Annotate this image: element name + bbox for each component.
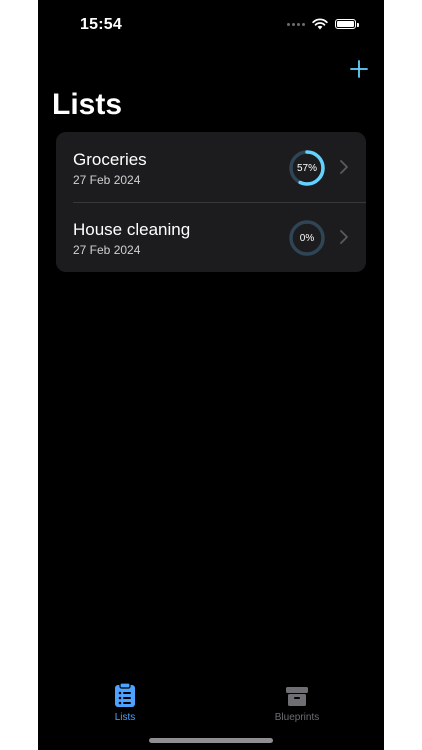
battery-icon <box>335 19 359 29</box>
archive-box-icon <box>286 687 308 706</box>
chevron-right-icon <box>340 230 348 244</box>
list-item-name: Groceries <box>73 150 147 169</box>
page-title: Lists <box>52 88 123 121</box>
clipboard-list-icon <box>115 682 135 707</box>
cellular-signal-icon <box>287 22 305 26</box>
screen: 15:54 Lists Groceries 27 Feb 2024 57% Ho… <box>38 0 384 750</box>
wifi-icon <box>312 18 328 30</box>
status-bar: 15:54 <box>38 0 384 48</box>
progress-ring: 57% <box>288 149 326 187</box>
plus-icon <box>350 60 368 78</box>
lists-card: Groceries 27 Feb 2024 57% House cleaning… <box>56 132 366 272</box>
status-time: 15:54 <box>80 16 122 33</box>
progress-label: 57% <box>296 162 317 174</box>
list-item-date: 27 Feb 2024 <box>73 243 141 257</box>
list-item-date: 27 Feb 2024 <box>73 173 141 187</box>
add-list-button[interactable] <box>344 54 374 84</box>
tab-label: Blueprints <box>274 712 320 723</box>
tab-blueprints[interactable]: Blueprints <box>252 682 342 723</box>
status-icons <box>287 18 359 30</box>
chevron-right-icon <box>340 160 348 174</box>
progress-label: 0% <box>299 232 315 244</box>
list-item-house-cleaning[interactable]: House cleaning 27 Feb 2024 0% <box>56 202 366 272</box>
list-item-name: House cleaning <box>73 220 191 239</box>
home-indicator <box>149 738 273 743</box>
progress-ring: 0% <box>288 219 326 257</box>
tab-lists[interactable]: Lists <box>80 682 170 723</box>
list-item-groceries[interactable]: Groceries 27 Feb 2024 57% <box>56 132 366 202</box>
tab-label: Lists <box>114 712 136 723</box>
